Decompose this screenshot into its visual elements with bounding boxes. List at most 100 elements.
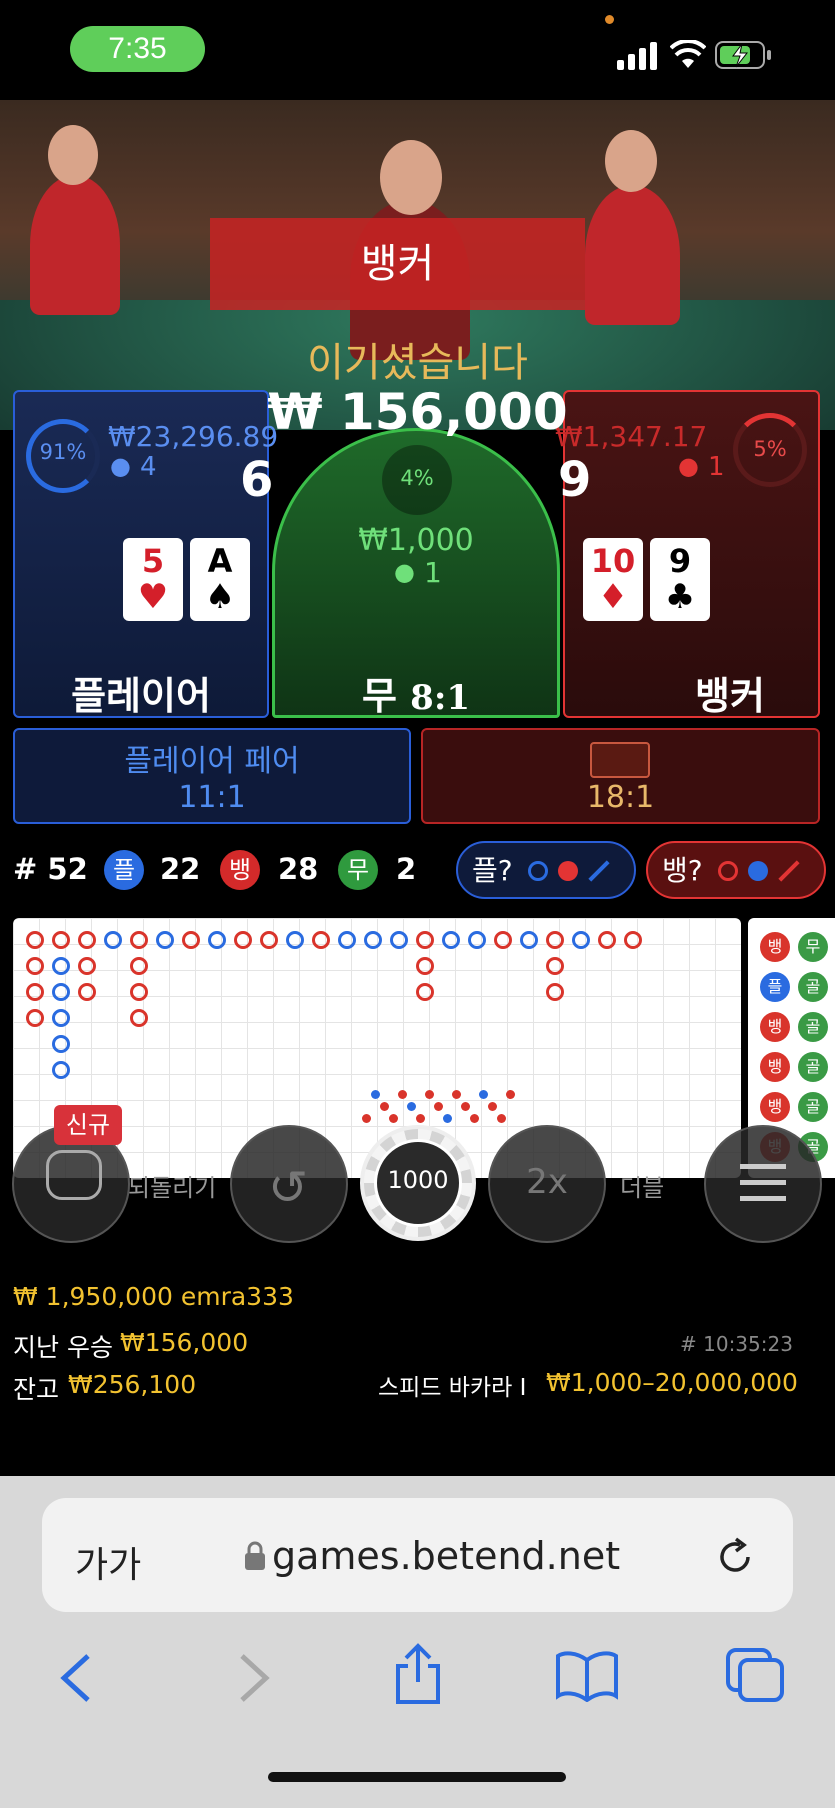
- road-bead: [52, 1035, 70, 1053]
- bet-limits: ₩1,000–20,000,000: [546, 1368, 798, 1397]
- road-bead: [130, 983, 148, 1001]
- derived-road-mark: [407, 1102, 416, 1111]
- tie-total: ₩1,000: [358, 523, 474, 558]
- undo-label: 되돌리기: [128, 1174, 217, 1202]
- dealer-center-head: [380, 140, 442, 215]
- banker-label: 뱅커: [695, 674, 765, 718]
- dealer-right: [585, 185, 680, 325]
- road-bead: [78, 957, 96, 975]
- share-icon[interactable]: [392, 1642, 444, 1706]
- road-bead: [338, 931, 356, 949]
- url-text: games.betend.net: [272, 1534, 621, 1578]
- road-bead: [572, 931, 590, 949]
- player-percent: 91%: [39, 440, 87, 464]
- text-size-button[interactable]: 가가: [75, 1536, 141, 1588]
- road-bead: [182, 931, 200, 949]
- derived-road-mark: [479, 1090, 488, 1099]
- banker-pair-payout: 18:1: [586, 780, 655, 815]
- banker-score: 9: [558, 452, 592, 508]
- player-bettors-icon: ●: [110, 452, 131, 480]
- player-card-2: A ♠: [190, 538, 250, 621]
- tie-label: 무: [361, 674, 397, 718]
- bead-road-cell: 골: [798, 1012, 828, 1042]
- derived-road-mark: [470, 1114, 479, 1123]
- road-bead: [546, 931, 564, 949]
- round-number: # 52: [13, 852, 88, 886]
- derived-road-mark: [416, 1114, 425, 1123]
- banker-card-2: 9 ♣: [650, 538, 710, 621]
- status-bar: 7:35: [0, 0, 835, 100]
- road-bead: [52, 1061, 70, 1079]
- win-amount: ₩ 156,000: [267, 383, 568, 441]
- road-bead: [624, 931, 642, 949]
- tie-percent: 4%: [400, 466, 434, 490]
- bead-road-cell: 뱅: [760, 1012, 790, 1042]
- balance-amount: ₩256,100: [68, 1370, 197, 1399]
- bead-road-cell: 뱅: [760, 1052, 790, 1082]
- derived-road-mark: [443, 1114, 452, 1123]
- signal-icon: [617, 42, 657, 70]
- road-bead: [78, 931, 96, 949]
- road-bead: [104, 931, 122, 949]
- road-bead: [26, 1009, 44, 1027]
- win-message: 이기셨습니다: [307, 340, 528, 386]
- status-time: 7:35: [70, 26, 205, 72]
- player-bettors: 4: [140, 452, 157, 482]
- banker-wins-count: 28: [278, 852, 319, 886]
- player-pair-label: 플레이어 페어: [124, 744, 300, 779]
- big-road-scoreboard[interactable]: [13, 918, 741, 1178]
- road-bead: [26, 931, 44, 949]
- road-bead: [26, 957, 44, 975]
- double-icon: 2x: [526, 1162, 568, 1202]
- predict-banker-button[interactable]: 뱅?: [646, 841, 826, 899]
- reload-icon[interactable]: [714, 1536, 756, 1578]
- road-bead: [52, 931, 70, 949]
- predict-banker-label: 뱅?: [662, 854, 703, 887]
- road-bead: [130, 931, 148, 949]
- road-bead: [390, 931, 408, 949]
- road-bead: [416, 983, 434, 1001]
- road-bead: [312, 931, 330, 949]
- round-timestamp: # 10:35:23: [680, 1332, 793, 1356]
- back-icon[interactable]: [58, 1652, 94, 1704]
- road-bead: [546, 957, 564, 975]
- predict-player-label: 플?: [472, 854, 513, 887]
- tie-bettors-icon: ●: [394, 558, 415, 586]
- forward-icon[interactable]: [236, 1652, 272, 1704]
- rebet-icon: ↺: [268, 1160, 309, 1216]
- bead-road-cell: 플: [760, 972, 790, 1002]
- game-name: 스피드 바카라 I: [378, 1375, 527, 1401]
- derived-road-mark: [506, 1090, 515, 1099]
- player-badge: 플: [104, 850, 144, 890]
- bead-road-cell: 무: [798, 932, 828, 962]
- new-badge: 신규: [54, 1105, 122, 1145]
- road-bead: [520, 931, 538, 949]
- bookmarks-icon[interactable]: [554, 1650, 620, 1702]
- winner-banner: 뱅커: [210, 218, 585, 310]
- road-bead: [286, 931, 304, 949]
- player-card-1: 5 ♥: [123, 538, 183, 621]
- derived-road-mark: [380, 1102, 389, 1111]
- tie-wins-count: 2: [396, 852, 417, 886]
- derived-road-mark: [461, 1102, 470, 1111]
- road-bead: [130, 957, 148, 975]
- road-bead: [208, 931, 226, 949]
- banker-bettors: 1: [708, 452, 725, 482]
- road-bead: [130, 1009, 148, 1027]
- derived-road-mark: [452, 1090, 461, 1099]
- predict-blue-ring-icon: [528, 861, 548, 881]
- balance-label: 잔고: [13, 1375, 60, 1404]
- road-bead: [260, 931, 278, 949]
- derived-road-mark: [497, 1114, 506, 1123]
- predict-red-ring-icon: [718, 861, 738, 881]
- last-win-amount: ₩156,000: [120, 1328, 249, 1357]
- predict-player-button[interactable]: 플?: [456, 841, 636, 899]
- banker-card-1: 10 ♦: [583, 538, 643, 621]
- player-label: 플레이어: [71, 674, 211, 718]
- bead-road-cell: 뱅: [760, 1092, 790, 1122]
- dealer-left: [30, 175, 120, 315]
- derived-road-mark: [362, 1114, 371, 1123]
- tie-label-row: 무 8:1: [272, 665, 560, 720]
- predict-blue-slash-icon: [588, 860, 610, 882]
- tabs-icon[interactable]: [724, 1646, 786, 1704]
